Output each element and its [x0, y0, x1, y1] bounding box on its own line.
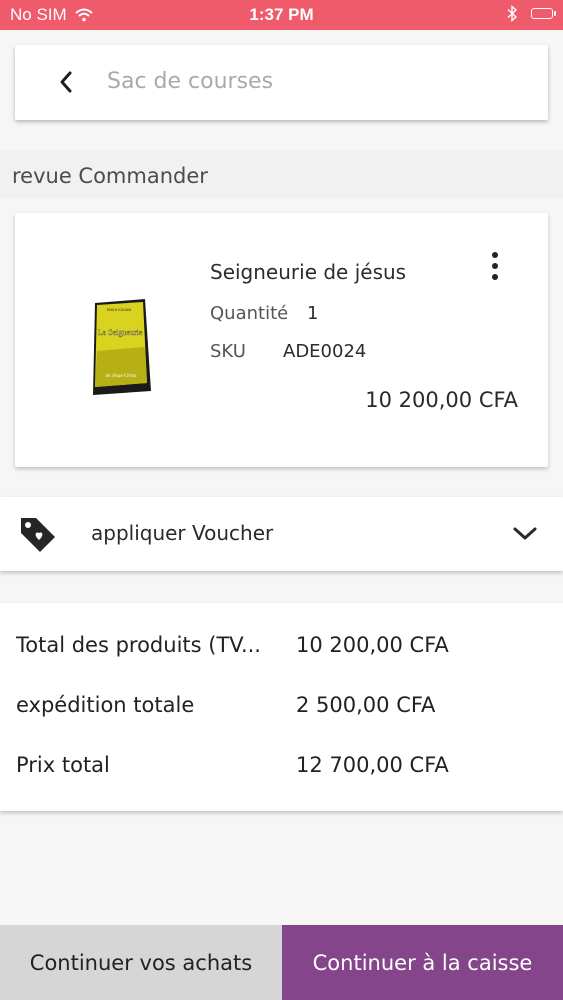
total-row: expédition totale 2 500,00 CFA: [0, 693, 563, 733]
back-button[interactable]: [51, 67, 81, 97]
page-title: Sac de courses: [107, 69, 274, 94]
grand-total-value: 12 700,00 CFA: [296, 753, 449, 777]
section-title: revue Commander: [12, 164, 208, 188]
more-dot-icon: [492, 274, 498, 280]
bluetooth-icon: [507, 5, 517, 22]
shipping-total-value: 2 500,00 CFA: [296, 693, 436, 717]
status-right: [507, 5, 556, 22]
header-bar: Sac de courses: [15, 45, 548, 120]
quantity-value: 1: [307, 303, 319, 324]
checkout-button[interactable]: Continuer à la caisse: [282, 925, 563, 1000]
more-dot-icon: [492, 263, 498, 269]
apply-voucher-row[interactable]: appliquer Voucher: [0, 497, 563, 571]
product-name[interactable]: Seigneurie de jésus: [210, 260, 406, 284]
sku-label: SKU: [210, 341, 246, 362]
cover-subtitle: de Jésus-Christ: [106, 374, 138, 379]
product-image: EMILE KOUAM La Seigneurie de Jésus-Chris…: [93, 299, 151, 395]
status-time: 1:37 PM: [249, 5, 314, 24]
order-totals: Total des produits (TV... 10 200,00 CFA …: [0, 603, 563, 811]
battery-icon: [531, 8, 556, 19]
continue-shopping-button[interactable]: Continuer vos achats: [0, 925, 282, 1000]
product-card[interactable]: EMILE KOUAM La Seigneurie de Jésus-Chris…: [15, 213, 548, 467]
products-total-value: 10 200,00 CFA: [296, 633, 449, 657]
cover-author: EMILE KOUAM: [107, 308, 131, 312]
grand-total-label: Prix total: [16, 753, 110, 777]
product-price: 10 200,00 CFA: [365, 388, 518, 412]
shipping-total-label: expédition totale: [16, 693, 195, 717]
quantity-label: Quantité: [210, 303, 289, 324]
more-dot-icon: [492, 252, 498, 258]
sku-value: ADE0024: [283, 341, 367, 362]
total-row: Total des produits (TV... 10 200,00 CFA: [0, 633, 563, 673]
chevron-left-icon: [60, 71, 72, 93]
products-total-label: Total des produits (TV...: [16, 633, 261, 657]
total-row: Prix total 12 700,00 CFA: [0, 753, 563, 793]
voucher-label: appliquer Voucher: [91, 521, 274, 545]
more-options-button[interactable]: [485, 249, 505, 283]
cover-title: La Seigneurie: [98, 328, 143, 337]
tag-icon: [21, 518, 55, 552]
status-bar: No SIM 1:37 PM: [0, 0, 563, 30]
chevron-down-icon[interactable]: [512, 523, 538, 545]
